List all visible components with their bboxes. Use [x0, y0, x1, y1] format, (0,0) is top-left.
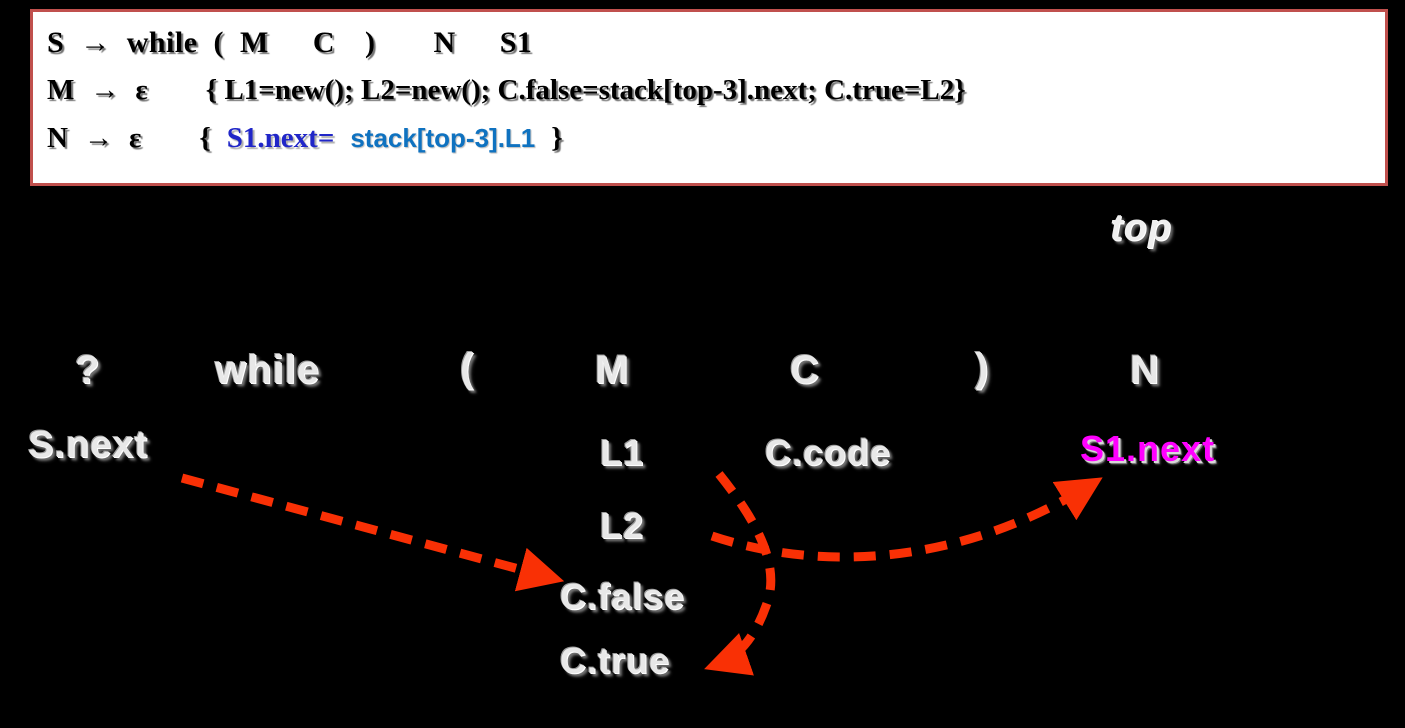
- attribute-c-true: C.true: [560, 640, 671, 681]
- rule-m-head: M: [47, 74, 75, 106]
- top-pointer-label: top: [1110, 207, 1173, 249]
- stack-symbol-m: M: [595, 348, 630, 392]
- arrow-l2-to-s1next: [710, 477, 1103, 562]
- stack-symbol-while: while: [215, 348, 321, 392]
- attribute-s-next: S.next: [28, 424, 149, 466]
- arrow-snext-to-cfalse: [180, 473, 565, 592]
- grammar-rule-m: M → ε { L1=new(); L2=new(); C.false=stack[t…: [47, 74, 966, 107]
- grammar-rule-s: S → while ( M C) N S1: [47, 26, 532, 60]
- rule-s-n: N: [433, 26, 456, 59]
- slide-canvas: S → while(M C) N S1 M → ε{ L1=new(); L2=new(); …: [0, 0, 1405, 728]
- attribute-l2: L2: [600, 505, 645, 546]
- rule-s-while: while: [126, 26, 198, 59]
- rule-n-arrow: →: [83, 122, 113, 154]
- rule-n-head: N: [47, 122, 68, 154]
- stack-symbol-rparen: ): [975, 346, 990, 390]
- attribute-c-false: C.false: [560, 576, 686, 617]
- rule-m-arrow: →: [90, 74, 120, 106]
- stack-symbol-c: C: [790, 348, 820, 392]
- stack-symbol-n: N: [1130, 348, 1160, 392]
- rule-n-stack-expr: stack[top-3].L1: [350, 123, 536, 153]
- rule-s-c: C: [312, 26, 336, 59]
- rule-s-rparen: ): [365, 26, 376, 59]
- grammar-rule-n: N → ε { S1.next= stack[top-3].L1}: [47, 122, 563, 155]
- rule-n-s1next: S1.next=: [226, 122, 335, 154]
- arrow-l1-to-ctrue: [704, 471, 776, 676]
- grammar-rules-box: S → while(M C) N S1 M → ε{ L1=new(); L2=new(); …: [30, 9, 1388, 186]
- attribute-s1-next: S1.next: [1080, 428, 1216, 469]
- rule-s-head: S: [47, 26, 65, 59]
- rule-s-m: M: [240, 26, 269, 59]
- rule-s-arrow: →: [80, 26, 111, 59]
- rule-m-action: { L1=new(); L2=new(); C.false=stack[top-…: [205, 74, 966, 106]
- stack-symbol-question-mark: ?: [75, 348, 101, 392]
- rule-n-brace-open: {: [199, 122, 211, 154]
- attribute-c-code: C.code: [765, 432, 892, 473]
- rule-n-epsilon: ε: [128, 122, 142, 154]
- rule-n-brace-close: }: [551, 122, 563, 154]
- stack-symbol-lparen: (: [460, 346, 475, 390]
- attribute-l1: L1: [600, 432, 645, 473]
- rule-m-epsilon: ε: [135, 74, 148, 106]
- rule-s-s1: S1: [499, 26, 533, 59]
- rule-s-lparen: (: [213, 26, 225, 59]
